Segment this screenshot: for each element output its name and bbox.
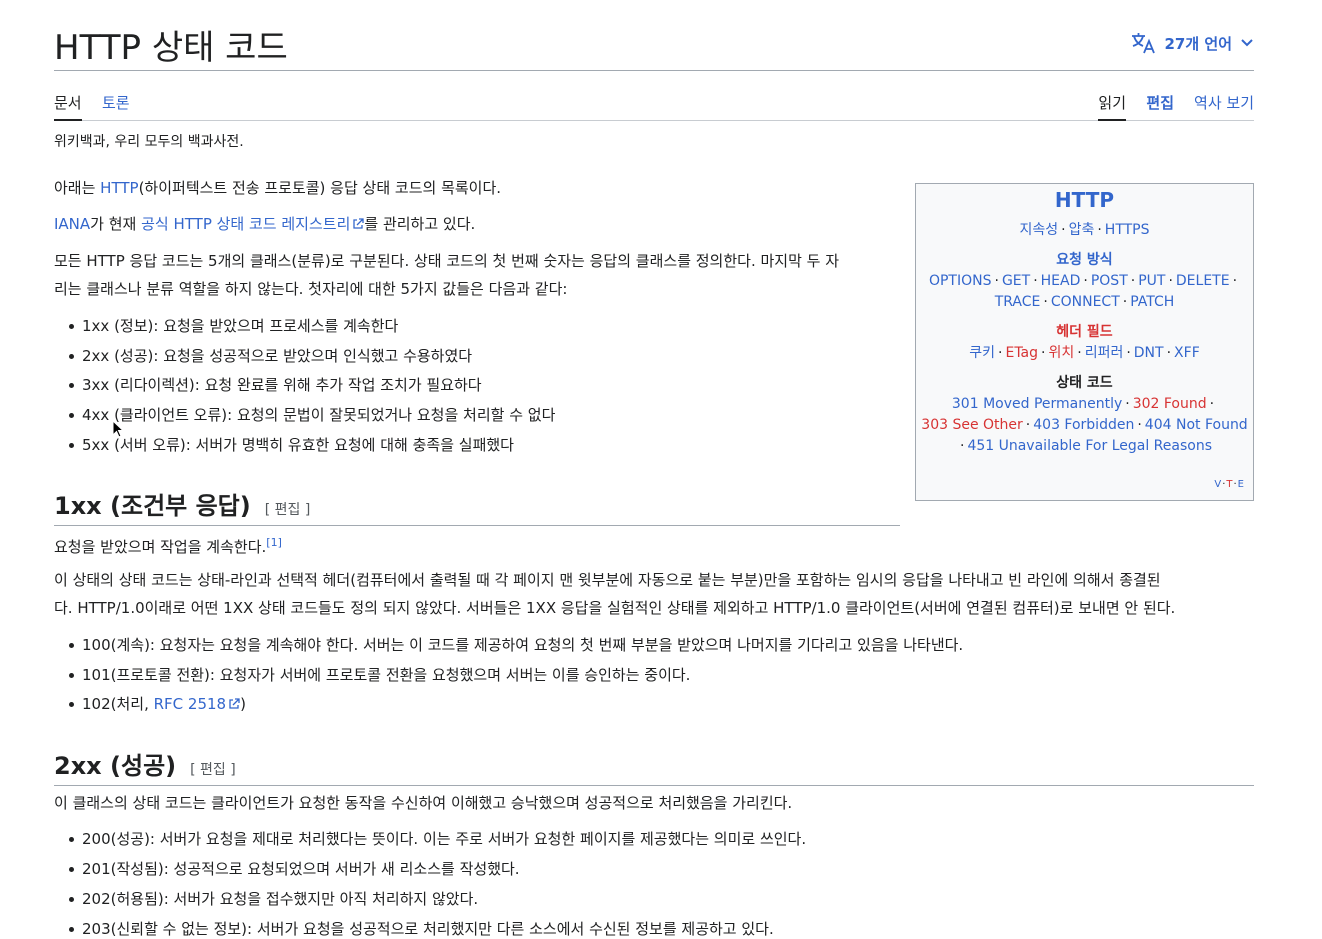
list-item: 202(허용됨): 서버가 요청을 접수했지만 아직 처리하지 않았다. [68, 890, 479, 908]
navbox-row-headers: 쿠키 · ETag · 위치 · 리퍼러 · DNT · XFF [969, 345, 1200, 361]
navbox-link[interactable]: 301 Moved Permanently [952, 396, 1122, 412]
navbox-link[interactable]: 쿠키 [969, 345, 995, 361]
section-heading-2xx: 2xx (성공)[ 편집 ] [54, 746, 1254, 786]
navbox-link[interactable]: 403 Forbidden [1033, 417, 1134, 433]
navbox-link[interactable]: HEAD [1041, 273, 1081, 289]
section-1xx-paragraph: 이 상태의 상태 코드는 상태-라인과 선택적 헤더(컴퓨터에서 출력될 때 각… [54, 571, 1176, 617]
tab-article[interactable]: 문서 [54, 92, 82, 121]
navbox-redlink[interactable]: 302 Found [1133, 396, 1207, 412]
reference-link[interactable]: [1] [266, 536, 282, 549]
list-item: 1xx (정보): 요청을 받았으며 프로세스를 계속한다 [68, 317, 399, 335]
navbox-vte: V·T·E [1214, 479, 1245, 490]
page-title: HTTP 상태 코드 [54, 28, 288, 68]
intro-paragraph-2: IANA가 현재 공식 HTTP 상태 코드 레지스트리 를 관리하고 있다. [54, 215, 476, 233]
vte-edit-link[interactable]: E [1238, 479, 1245, 490]
list-item: 201(작성됨): 성공적으로 요청되었으며 서버가 새 리소스를 작성했다. [69, 860, 520, 878]
site-tagline: 위키백과, 우리 모두의 백과사전. [54, 134, 244, 150]
navbox-redlink[interactable]: 303 See Other [921, 417, 1023, 433]
navbox-link[interactable]: PATCH [1130, 294, 1174, 310]
http-link[interactable]: HTTP [100, 179, 138, 197]
page-tabs: 문서 토론 읽기 편집 역사 보기 [54, 90, 1254, 121]
tab-edit[interactable]: 편집 [1146, 92, 1174, 119]
navbox-link[interactable]: POST [1091, 273, 1128, 289]
rfc-2518-link[interactable]: RFC 2518 [154, 695, 240, 713]
navbox-redlink[interactable]: ETag [1005, 345, 1038, 361]
external-link-icon [229, 698, 240, 709]
registry-link[interactable]: 공식 HTTP 상태 코드 레지스트리 [141, 215, 365, 233]
navbox-link[interactable]: 압축 [1069, 222, 1095, 238]
navbox-link[interactable]: 리퍼러 [1085, 345, 1124, 361]
list-item: 100(계속): 요청자는 요청을 계속해야 한다. 서버는 이 코드를 제공하… [68, 636, 964, 654]
translate-icon [1131, 32, 1157, 54]
navbox-link[interactable]: TRACE [995, 294, 1041, 310]
list-item: 4xx (클라이언트 오류): 요청의 문법이 잘못되었거나 요청을 처리할 수… [68, 406, 556, 424]
edit-section-link[interactable]: [ 편집 ] [190, 762, 236, 778]
navbox-heading-methods[interactable]: 요청 방식 [916, 249, 1253, 271]
navbox-link[interactable]: XFF [1174, 345, 1200, 361]
title-bar: HTTP 상태 코드 27개 언어 [54, 18, 1254, 71]
navbox-row-general: 지속성 · 압축 · HTTPS [1019, 222, 1150, 238]
navbox-heading-status: 상태 코드 [1056, 375, 1113, 391]
list-item: 200(성공): 서버가 요청을 제대로 처리했다는 뜻이다. 이는 주로 서버… [68, 830, 807, 848]
navbox-heading-headers[interactable]: 헤더 필드 [916, 321, 1253, 343]
navbox-link[interactable]: 404 Not Found [1145, 417, 1248, 433]
http-navbox: HTTP 지속성 · 압축 · HTTPS 요청 방식 OPTIONS · GET · HEAD… [915, 183, 1254, 501]
navbox-link[interactable]: PUT [1138, 273, 1165, 289]
external-link-icon [353, 218, 365, 229]
navbox-redlink[interactable]: 위치 [1048, 345, 1074, 361]
edit-section-link[interactable]: [ 편집 ] [265, 502, 311, 518]
intro-paragraph-1: 아래는 HTTP(하이퍼텍스트 전송 프로토콜) 응답 상태 코드의 목록이다. [54, 179, 502, 197]
navbox-link[interactable]: 451 Unavailable For Legal Reasons [967, 438, 1212, 454]
tab-talk[interactable]: 토론 [102, 92, 130, 119]
navbox-link[interactable]: DNT [1134, 345, 1164, 361]
tab-history[interactable]: 역사 보기 [1194, 92, 1254, 119]
mouse-cursor-icon [112, 419, 125, 442]
iana-link[interactable]: IANA [54, 215, 90, 233]
list-item: 203(신뢰할 수 없는 정보): 서버가 요청을 성공적으로 처리했지만 다른… [69, 920, 774, 938]
list-item: 101(프로토콜 전환): 요청자가 서버에 프로토콜 전환을 요청했으며 서버… [68, 666, 691, 684]
list-item: 2xx (성공): 요청을 성공적으로 받았으며 인식했고 수용하였다 [68, 347, 473, 365]
section-2xx-lead: 이 클래스의 상태 코드는 클라이언트가 요청한 동작을 수신하여 이해했고 승… [54, 794, 793, 812]
language-button[interactable]: 27개 언어 [1131, 32, 1255, 54]
navbox-link[interactable]: 지속성 [1019, 222, 1058, 238]
navbox-link[interactable]: GET [1002, 273, 1030, 289]
list-item: 102(처리, RFC 2518) [69, 695, 246, 713]
section-heading-1xx: 1xx (조건부 응답)[ 편집 ] [54, 486, 900, 526]
list-item: 5xx (서버 오류): 서버가 명백히 유효한 요청에 대해 충족을 실패했다 [69, 436, 514, 454]
navbox-link[interactable]: OPTIONS [929, 273, 992, 289]
intro-paragraph-3: 모든 HTTP 응답 코드는 5개의 클래스(분류)로 구분된다. 상태 코드의… [54, 252, 840, 298]
tab-read[interactable]: 읽기 [1098, 92, 1126, 121]
navbox-title[interactable]: HTTP [916, 188, 1253, 212]
navbox-row-methods: OPTIONS · GET · HEAD · POST · PUT · DELETE · TRACE ·… [928, 273, 1238, 310]
navbox-link[interactable]: DELETE [1176, 273, 1230, 289]
vte-view-link[interactable]: V [1214, 479, 1222, 490]
chevron-down-icon [1240, 38, 1254, 48]
navbox-row-status: 301 Moved Permanently · 302 Found · 303 See… [921, 396, 1248, 454]
language-count: 27개 언어 [1164, 34, 1233, 53]
navbox-link[interactable]: CONNECT [1051, 294, 1120, 310]
section-1xx-lead: 요청을 받았으며 작업을 계속한다.[1] [54, 536, 282, 556]
list-item: 3xx (리다이렉션): 요청 완료를 위해 추가 작업 조치가 필요하다 [69, 376, 482, 394]
navbox-link[interactable]: HTTPS [1105, 222, 1150, 238]
